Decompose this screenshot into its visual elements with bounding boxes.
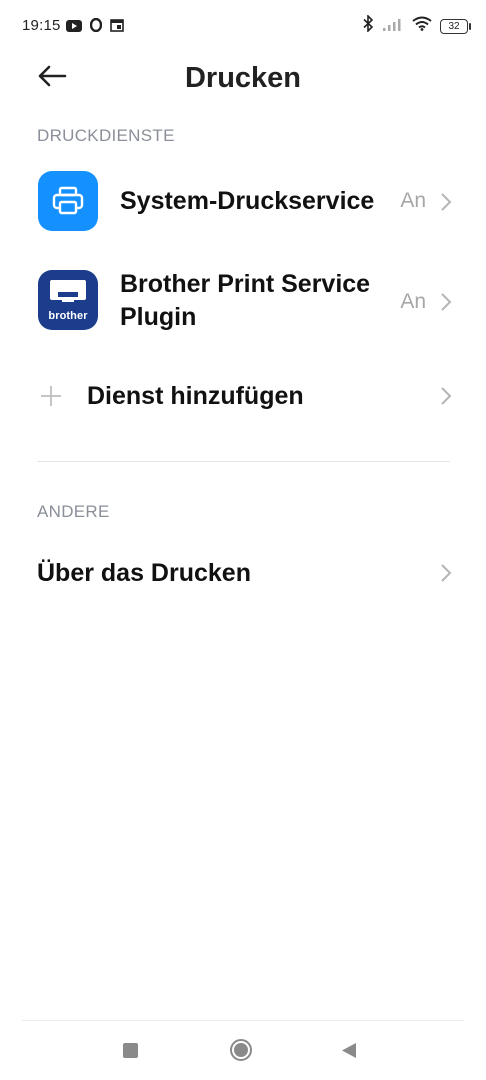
system-print-service-status: An: [400, 189, 426, 212]
brother-print-service-title-line2: Plugin: [120, 303, 197, 331]
page-title: Drucken: [184, 62, 302, 94]
opera-icon: [89, 17, 103, 37]
calendar-icon: [110, 18, 124, 37]
wifi-icon: [412, 16, 432, 36]
section-divider: [37, 461, 450, 462]
recents-icon[interactable]: [123, 1043, 138, 1063]
bluetooth-icon: [363, 14, 374, 37]
section-header-print-services: DRUCKDIENSTE: [37, 126, 175, 145]
plus-icon: [40, 385, 62, 412]
list-item-about-printing[interactable]: Über das Drucken: [0, 546, 486, 602]
chevron-right-icon: [440, 563, 452, 583]
add-service-button[interactable]: Dienst hinzufügen: [0, 368, 486, 424]
system-print-service-title: System-Druckservice: [120, 187, 375, 215]
brother-logo-text: brother: [48, 310, 88, 322]
status-bar: 19:15 32: [0, 0, 486, 56]
signal-icon: [382, 17, 404, 36]
chevron-right-icon: [440, 292, 452, 312]
section-header-other: ANDERE: [37, 502, 110, 521]
brother-print-service-title-line1: Brother Print Service: [120, 270, 371, 298]
about-printing-title: Über das Drucken: [37, 559, 251, 587]
add-service-label: Dienst hinzufügen: [87, 382, 304, 410]
youtube-icon: [66, 19, 82, 37]
battery-icon: 32: [440, 18, 471, 34]
list-item-system-print-service[interactable]: System-Druckservice An: [0, 165, 486, 237]
home-icon[interactable]: [229, 1038, 253, 1067]
status-time: 19:15: [22, 17, 61, 34]
list-item-brother-print-service[interactable]: brother Brother Print Service Plugin An: [0, 262, 486, 342]
back-triangle-icon[interactable]: [341, 1042, 357, 1064]
brother-print-service-status: An: [400, 290, 426, 313]
brother-app-icon: brother: [38, 270, 98, 330]
navigation-bar: [0, 1020, 486, 1080]
printer-icon: [38, 171, 98, 231]
chevron-right-icon: [440, 386, 452, 406]
chevron-right-icon: [440, 192, 452, 212]
